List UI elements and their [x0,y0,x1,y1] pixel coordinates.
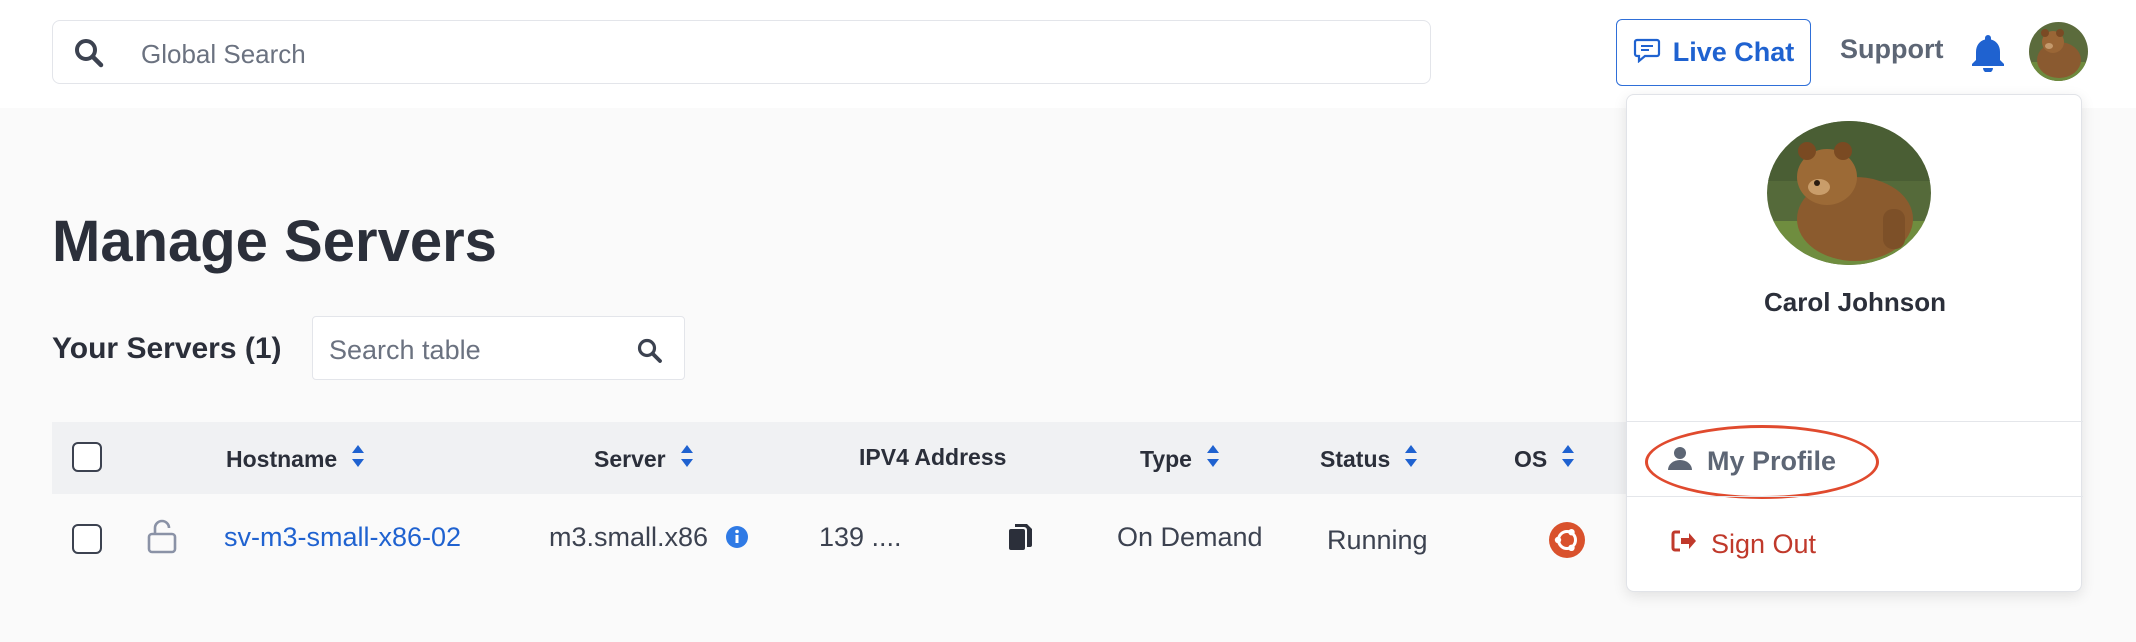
column-server[interactable]: Server [594,444,694,474]
menu-divider [1627,421,2083,422]
user-avatar[interactable] [2029,22,2088,81]
unlock-icon[interactable] [146,518,178,559]
live-chat-button[interactable]: Live Chat [1616,19,1811,86]
global-search[interactable] [52,20,1431,84]
sort-icon[interactable] [1206,444,1220,474]
ipv4-address: 139 .... [819,522,902,552]
search-icon[interactable] [636,337,664,370]
sort-icon[interactable] [1404,444,1418,474]
chat-icon [1633,35,1661,70]
sort-icon[interactable] [1561,444,1575,474]
ubuntu-icon [1549,522,1585,563]
user-dropdown-menu: Carol Johnson My Profile Sign Out [1626,94,2083,592]
live-chat-label: Live Chat [1672,37,1795,67]
support-link[interactable]: Support [1840,34,1943,65]
table-header: Hostname Server IPV4 Address Type Status… [52,422,1652,494]
servers-count-label: Your Servers (1) [52,332,282,365]
select-all-checkbox[interactable] [72,442,102,472]
table-search-input[interactable] [327,331,631,369]
top-bar: Live Chat Support [0,0,2136,108]
global-search-input[interactable] [139,35,1383,73]
row-checkbox[interactable] [72,524,102,554]
page-title: Manage Servers [52,209,497,274]
menu-item-sign-out[interactable]: Sign Out [1671,529,1816,560]
column-label: IPV4 Address [859,444,1007,470]
table-search[interactable] [312,316,685,380]
column-os[interactable]: OS [1514,444,1575,474]
search-icon [73,37,105,74]
sort-icon[interactable] [351,444,365,474]
column-status[interactable]: Status [1320,444,1418,474]
sort-icon[interactable] [680,444,694,474]
menu-item-label: Sign Out [1711,529,1817,559]
server-type: On Demand [1117,522,1263,552]
copy-icon[interactable] [1007,522,1033,557]
sign-out-icon [1671,529,1697,560]
column-label: Hostname [226,445,338,472]
menu-item-label: My Profile [1707,446,1837,476]
profile-photo [1767,121,1931,265]
server-plan: m3.small.x86 [549,522,709,552]
column-label: Type [1140,445,1192,472]
notification-bell-icon[interactable] [1970,32,2006,77]
column-label: Server [594,445,666,472]
column-ipv4: IPV4 Address [859,444,1006,471]
column-label: Status [1320,445,1391,472]
column-label: OS [1514,445,1548,472]
hostname-link[interactable]: sv-m3-small-x86-02 [224,522,461,553]
column-type[interactable]: Type [1140,444,1220,474]
info-icon[interactable] [725,525,749,554]
server-status: Running [1327,525,1428,555]
menu-item-my-profile[interactable]: My Profile [1667,445,1836,478]
column-hostname[interactable]: Hostname [226,444,365,474]
user-icon [1667,445,1693,478]
profile-name: Carol Johnson [1763,287,1946,317]
menu-divider [1627,496,2083,497]
